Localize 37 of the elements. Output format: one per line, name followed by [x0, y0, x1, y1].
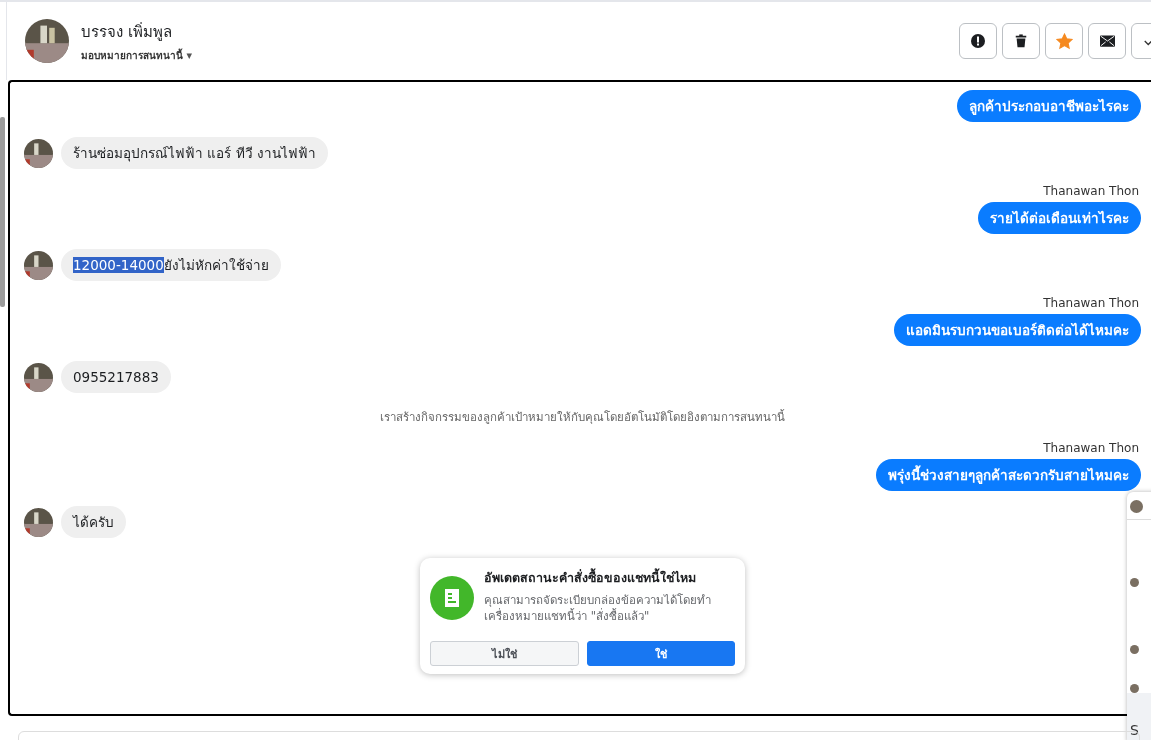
avatar — [1130, 645, 1139, 654]
alert-icon — [970, 33, 986, 49]
message-bubble: ได้ครับ — [61, 506, 126, 538]
avatar — [1130, 500, 1143, 513]
panel-text: S — [1130, 722, 1139, 738]
avatar — [24, 507, 53, 537]
receipt-icon — [430, 576, 474, 620]
star-icon — [1055, 32, 1073, 50]
message-bubble: 0955217883 — [61, 361, 171, 393]
mail-button[interactable] — [1088, 23, 1126, 59]
prompt-title: อัพเดตสถานะคำสั่งซื้อของแชทนี้ใช่ไหม — [484, 568, 697, 587]
sender-name: Thanawan Thon — [1043, 296, 1139, 310]
avatar — [24, 362, 53, 392]
contact-name: บรรจง เพิ่มพูล — [81, 21, 173, 43]
alert-button[interactable] — [959, 23, 997, 59]
trash-icon — [1014, 33, 1028, 49]
message-bubble: พรุ่งนี้ช่วงสายๆลูกค้าสะดวกรับสายไหมคะ — [876, 459, 1141, 491]
assign-dropdown[interactable]: มอบหมายการสนทนานี้ ▾ — [81, 47, 192, 63]
message-bubble: ลูกค้าประกอบอาชีพอะไรคะ — [957, 90, 1141, 122]
avatar — [25, 19, 69, 63]
message-bubble: ร้านซ่อมอุปกรณ์ไฟฟ้า แอร์ ทีวี งานไฟฟ้า — [61, 137, 328, 169]
message-bubble: แอดมินรบกวนขอเบอร์ติดต่อได้ไหมคะ — [894, 314, 1141, 346]
envelope-icon — [1099, 35, 1115, 47]
avatar — [1130, 684, 1139, 693]
avatar — [24, 250, 53, 280]
system-notice: เราสร้างกิจกรรมของลูกค้าเป้าหมายให้กับคุณโดยอัตโนมัติโดยอิงตามการสนทนานี้ — [380, 408, 785, 426]
sender-name: Thanawan Thon — [1043, 184, 1139, 198]
sender-name: Thanawan Thon — [1043, 441, 1139, 455]
avatar — [24, 138, 53, 168]
no-button[interactable]: ไม่ใช่ — [430, 641, 579, 666]
message-bubble: 12000-14000ยังไม่หักค่าใช้จ่าย — [61, 249, 281, 281]
avatar — [1130, 578, 1139, 587]
message-bubble: รายได้ต่อเดือนเท่าไรคะ — [978, 202, 1141, 234]
delete-button[interactable] — [1002, 23, 1040, 59]
star-button[interactable] — [1045, 23, 1083, 59]
yes-button[interactable]: ใช่ — [586, 641, 735, 666]
prompt-text: คุณสามารถจัดระเบียบกล่องข้อความได้โดยทำเครื่องหมายแชทนี้ว่า "สั่งซื้อแล้ว" — [484, 592, 712, 624]
